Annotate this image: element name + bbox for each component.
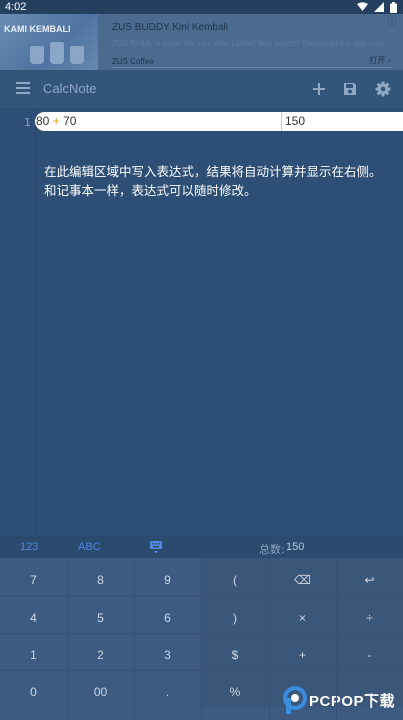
key-7[interactable]: 7 [0, 558, 67, 596]
ad-image-text: KAMI KEMBALI [4, 24, 71, 34]
tab-numeric[interactable]: 123 [20, 541, 38, 553]
expression-input[interactable]: 80 + 70 [36, 114, 76, 128]
keypad-divider [0, 596, 403, 597]
key-percent[interactable]: % [201, 670, 269, 707]
ad-info-icon[interactable]: ⓘ [385, 14, 399, 27]
tab-alpha[interactable]: ABC [78, 541, 101, 553]
key-label: $ [231, 647, 239, 662]
battery-icon [390, 2, 397, 13]
add-icon[interactable] [310, 80, 328, 98]
key-label: 0 [30, 684, 37, 699]
ad-image[interactable]: KAMI KEMBALI [0, 14, 98, 70]
key-label: ↩ [364, 573, 375, 587]
signal-icon [374, 2, 384, 12]
key-2[interactable]: 2 [67, 633, 134, 670]
result-divider [281, 112, 282, 131]
ad-brand: ZUS Coffee [112, 57, 154, 66]
total-label: 总数: [259, 543, 285, 556]
keypad-divider [0, 633, 403, 634]
cup-illustration [70, 46, 84, 64]
key-multiply[interactable]: × [269, 596, 336, 633]
ad-title[interactable]: ZUS BUDDY Kini Kembali [112, 22, 228, 33]
keypad-divider [67, 558, 68, 720]
save-icon[interactable] [341, 80, 359, 98]
key-00[interactable]: 00 [67, 670, 134, 707]
result-value[interactable]: 150 [285, 114, 305, 128]
ad-open-button[interactable]: 打开 › [369, 55, 391, 66]
watermark: PCPOP下载 [282, 684, 400, 716]
key-close-paren[interactable]: ) [201, 596, 269, 633]
key-label: . [165, 684, 170, 699]
key-6[interactable]: 6 [134, 596, 201, 633]
key-label: ⌫ [294, 573, 311, 587]
key-enter[interactable]: ↩ [336, 558, 403, 596]
key-decimal[interactable]: . [134, 670, 201, 707]
key-0[interactable]: 0 [0, 670, 67, 707]
expression-operator: + [52, 114, 60, 128]
key-label: × [298, 610, 306, 625]
key-minus[interactable]: - [336, 633, 403, 670]
line-number: 1 [24, 116, 31, 129]
key-label: 9 [164, 573, 171, 587]
key-label: - [367, 647, 372, 662]
key-label: 4 [30, 610, 37, 625]
keypad-divider [336, 558, 337, 720]
key-label: 1 [30, 647, 37, 662]
gutter-divider [35, 108, 36, 536]
expression-row[interactable] [35, 112, 403, 131]
key-4[interactable]: 4 [0, 596, 67, 633]
key-1[interactable]: 1 [0, 633, 67, 670]
keyboard-bar: 123 ABC 总数: 150 [0, 536, 403, 558]
key-3[interactable]: 3 [134, 633, 201, 670]
key-label: 3 [164, 647, 171, 662]
keypad-divider [269, 558, 270, 720]
keyboard-toggle-icon[interactable] [149, 540, 163, 554]
key-label: ( [233, 573, 237, 587]
expression-operand: 80 [36, 114, 50, 128]
key-label: 2 [97, 647, 104, 662]
cup-illustration [50, 42, 64, 64]
total-value: 150 [286, 541, 305, 553]
keypad-divider [0, 670, 403, 671]
key-divide[interactable]: ÷ [336, 596, 403, 633]
ad-description: ZUS Buddy is back! Be your new Latest! N… [112, 39, 384, 48]
key-label: 00 [93, 684, 108, 699]
cup-illustration [30, 46, 44, 64]
menu-icon[interactable] [16, 82, 30, 94]
key-backspace[interactable]: ⌫ [269, 558, 336, 596]
key-label: + [298, 647, 306, 662]
watermark-logo-icon [283, 686, 307, 714]
status-time: 4:02 [5, 1, 27, 13]
settings-icon[interactable] [374, 80, 392, 98]
key-dollar[interactable]: $ [201, 633, 269, 670]
ad-banner[interactable]: KAMI KEMBALI ZUS BUDDY Kini Kembali ZUS … [0, 14, 403, 70]
key-label: 8 [97, 573, 104, 587]
app-title: CalcNote [43, 81, 97, 96]
key-plus[interactable]: + [269, 633, 336, 670]
key-label: 5 [97, 610, 104, 625]
app-toolbar: CalcNote [0, 70, 403, 108]
key-8[interactable]: 8 [67, 558, 134, 596]
key-label: ÷ [366, 610, 373, 625]
status-icons [357, 2, 397, 13]
key-label: 6 [164, 610, 171, 625]
key-9[interactable]: 9 [134, 558, 201, 596]
wifi-icon [357, 2, 368, 11]
keypad-divider [134, 558, 135, 720]
key-5[interactable]: 5 [67, 596, 134, 633]
ad-divider [112, 67, 391, 68]
expression-operand: 70 [63, 114, 77, 128]
key-label: ) [233, 610, 237, 625]
key-label: 7 [30, 573, 37, 587]
key-open-paren[interactable]: ( [201, 558, 269, 596]
watermark-text: PCPOP下载 [309, 693, 396, 710]
editor-hint: 在此编辑区域中写入表达式，结果将自动计算并显示在右侧。和记事本一样，表达式可以随… [44, 164, 382, 198]
key-label: % [229, 684, 241, 699]
status-bar: 4:02 [0, 0, 403, 14]
keypad-divider [201, 558, 202, 720]
